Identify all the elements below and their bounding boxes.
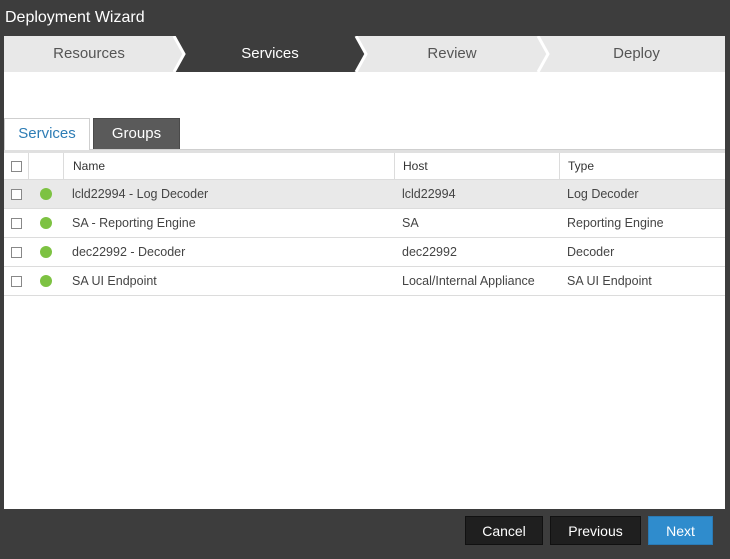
- next-button[interactable]: Next: [648, 516, 713, 545]
- row-host: Local/Internal Appliance: [402, 274, 535, 288]
- tab-groups[interactable]: Groups: [93, 118, 180, 150]
- window-title: Deployment Wizard: [5, 9, 145, 26]
- row-type: SA UI Endpoint: [567, 274, 652, 288]
- row-type: Log Decoder: [567, 187, 639, 201]
- status-column-header: [28, 153, 63, 179]
- row-host: lcld22994: [402, 187, 456, 201]
- row-host: dec22992: [402, 245, 457, 259]
- row-checkbox[interactable]: [10, 275, 22, 287]
- row-name: lcld22994 - Log Decoder: [72, 187, 209, 201]
- status-ok-icon: [39, 275, 52, 287]
- row-type: Decoder: [567, 245, 615, 259]
- status-ok-icon: [39, 217, 52, 229]
- column-header-host[interactable]: Host: [394, 153, 559, 179]
- table-header: Name Host Type: [4, 153, 725, 180]
- step-deploy[interactable]: Deploy: [548, 36, 725, 72]
- row-name: dec22992 - Decoder: [72, 245, 186, 259]
- deployment-wizard-window: Deployment Wizard Resources Services Rev…: [0, 0, 730, 559]
- row-name: SA - Reporting Engine: [72, 216, 196, 230]
- table-row[interactable]: SA UI Endpoint Local/Internal Appliance …: [4, 267, 725, 296]
- tab-bar: Services Groups: [4, 118, 725, 150]
- status-ok-icon: [39, 188, 52, 200]
- table-row[interactable]: lcld22994 - Log Decoder lcld22994 Log De…: [4, 180, 725, 209]
- row-checkbox[interactable]: [10, 188, 22, 200]
- table-row[interactable]: SA - Reporting Engine SA Reporting Engin…: [4, 209, 725, 238]
- step-review[interactable]: Review: [366, 36, 538, 72]
- step-services[interactable]: Services: [184, 36, 356, 72]
- step-resources[interactable]: Resources: [4, 36, 174, 72]
- cancel-button[interactable]: Cancel: [465, 516, 543, 545]
- select-all-cell: [4, 153, 28, 179]
- row-type: Reporting Engine: [567, 216, 664, 230]
- row-name: SA UI Endpoint: [72, 274, 157, 288]
- row-checkbox[interactable]: [10, 217, 22, 229]
- previous-button[interactable]: Previous: [550, 516, 641, 545]
- wizard-steps: Resources Services Review Deploy: [4, 36, 725, 72]
- tab-services[interactable]: Services: [4, 118, 90, 150]
- wizard-footer: Cancel Previous Next: [0, 509, 730, 559]
- table-row[interactable]: dec22992 - Decoder dec22992 Decoder: [4, 238, 725, 267]
- column-header-type[interactable]: Type: [559, 153, 725, 179]
- row-host: SA: [402, 216, 419, 230]
- status-ok-icon: [39, 246, 52, 258]
- wizard-content: Resources Services Review Deploy Service…: [4, 36, 725, 509]
- column-header-name[interactable]: Name: [63, 153, 394, 179]
- row-checkbox[interactable]: [10, 246, 22, 258]
- select-all-checkbox[interactable]: [10, 160, 22, 172]
